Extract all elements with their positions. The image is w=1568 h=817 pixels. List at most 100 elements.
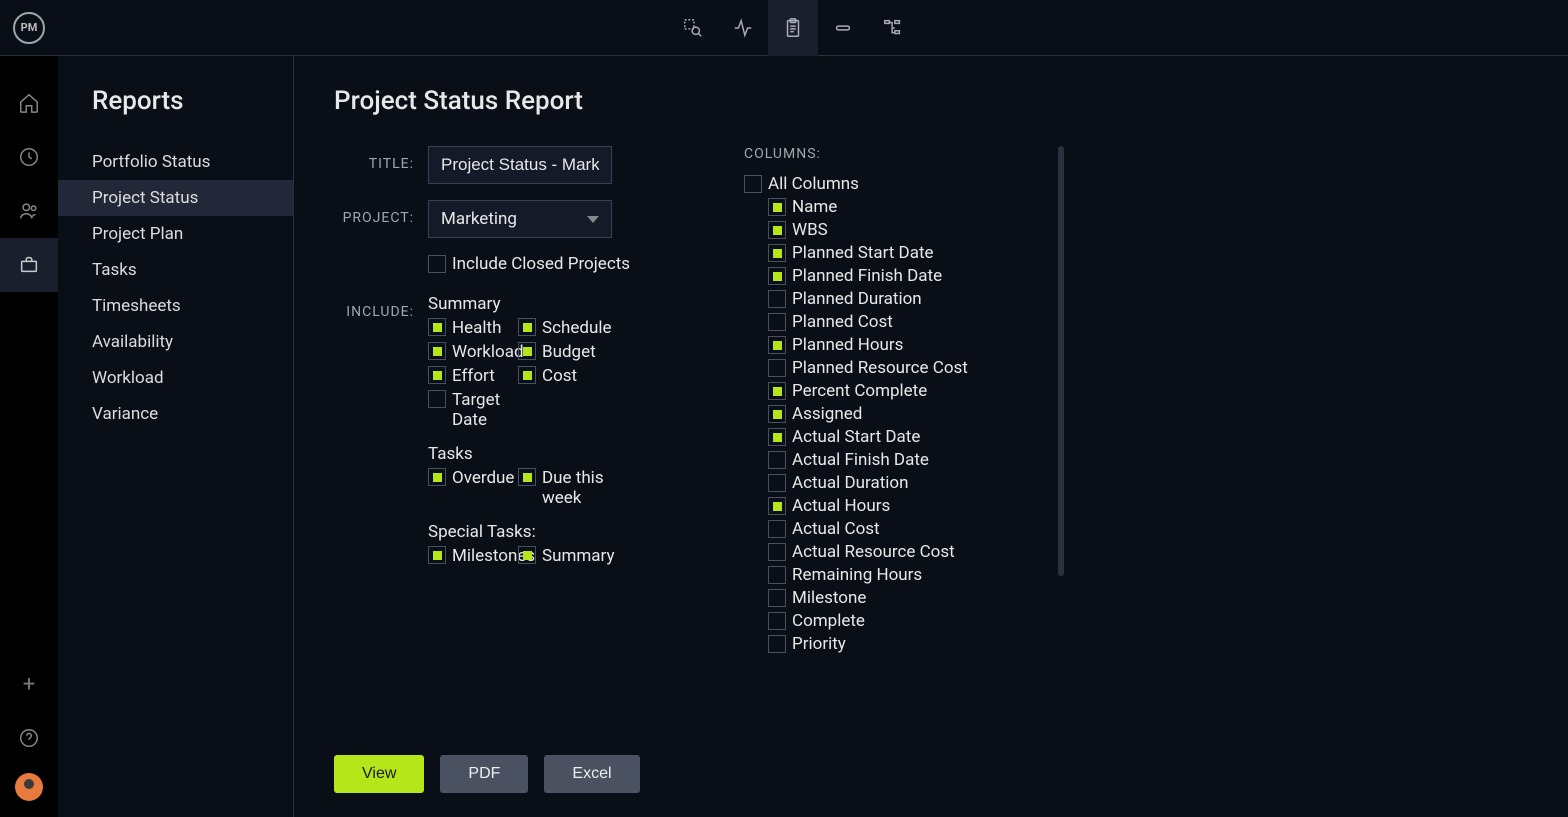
checkbox-icon	[768, 290, 786, 308]
column-actual-finish-date-checkbox[interactable]: Actual Finish Date	[768, 450, 1064, 470]
include-closed-label: Include Closed Projects	[452, 254, 630, 274]
tasks-overdue-checkbox[interactable]: Overdue	[428, 468, 518, 488]
action-buttons: View PDF Excel	[334, 739, 1568, 817]
column-name-checkbox[interactable]: Name	[768, 197, 1064, 217]
checkbox-icon	[428, 546, 446, 564]
briefcase-icon[interactable]	[0, 238, 58, 292]
link-icon[interactable]	[818, 0, 868, 56]
checkbox-icon	[428, 342, 446, 360]
checkbox-label: Cost	[542, 366, 577, 386]
sidebar-item-availability[interactable]: Availability	[58, 324, 293, 360]
checkbox-icon	[428, 318, 446, 336]
view-button[interactable]: View	[334, 755, 424, 793]
column-remaining-hours-checkbox[interactable]: Remaining Hours	[768, 565, 1064, 585]
column-planned-cost-checkbox[interactable]: Planned Cost	[768, 312, 1064, 332]
column-label: Complete	[792, 611, 865, 631]
clock-icon[interactable]	[0, 130, 58, 184]
column-complete-checkbox[interactable]: Complete	[768, 611, 1064, 631]
column-label: Percent Complete	[792, 381, 927, 401]
checkbox-label: Budget	[542, 342, 596, 362]
summary-effort-checkbox[interactable]: Effort	[428, 366, 518, 386]
column-actual-duration-checkbox[interactable]: Actual Duration	[768, 473, 1064, 493]
app-logo[interactable]: PM	[0, 0, 58, 56]
column-label: Planned Hours	[792, 335, 903, 355]
summary-health-checkbox[interactable]: Health	[428, 318, 518, 338]
column-planned-hours-checkbox[interactable]: Planned Hours	[768, 335, 1064, 355]
checkbox-label: Overdue	[452, 468, 514, 488]
column-wbs-checkbox[interactable]: WBS	[768, 220, 1064, 240]
column-actual-start-date-checkbox[interactable]: Actual Start Date	[768, 427, 1064, 447]
column-actual-cost-checkbox[interactable]: Actual Cost	[768, 519, 1064, 539]
excel-button[interactable]: Excel	[544, 755, 639, 793]
column-label: Actual Cost	[792, 519, 880, 539]
project-label: PROJECT:	[334, 200, 428, 226]
sidebar-item-variance[interactable]: Variance	[58, 396, 293, 432]
sidebar-item-timesheets[interactable]: Timesheets	[58, 288, 293, 324]
project-select[interactable]: Marketing	[428, 200, 612, 238]
sidebar-item-tasks[interactable]: Tasks	[58, 252, 293, 288]
column-label: Actual Hours	[792, 496, 890, 516]
checkbox-icon	[768, 244, 786, 262]
summary-cost-checkbox[interactable]: Cost	[518, 366, 608, 386]
sidebar-item-workload[interactable]: Workload	[58, 360, 293, 396]
sidebar-item-portfolio-status[interactable]: Portfolio Status	[58, 144, 293, 180]
column-actual-hours-checkbox[interactable]: Actual Hours	[768, 496, 1064, 516]
add-icon[interactable]: +	[0, 657, 58, 711]
special-milestones-checkbox[interactable]: Milestones	[428, 546, 518, 566]
checkbox-icon	[518, 546, 536, 564]
column-label: Remaining Hours	[792, 565, 922, 585]
special-heading: Special Tasks:	[428, 522, 744, 542]
sidebar-item-project-plan[interactable]: Project Plan	[58, 216, 293, 252]
summary-schedule-checkbox[interactable]: Schedule	[518, 318, 608, 338]
special-summary-checkbox[interactable]: Summary	[518, 546, 608, 566]
tasks-due-this-week-checkbox[interactable]: Due this week	[518, 468, 608, 508]
checkbox-icon	[768, 405, 786, 423]
column-planned-resource-cost-checkbox[interactable]: Planned Resource Cost	[768, 358, 1064, 378]
columns-label: COLUMNS:	[744, 146, 1064, 162]
sidebar-item-project-status[interactable]: Project Status	[58, 180, 293, 216]
checkbox-icon	[768, 451, 786, 469]
column-planned-finish-date-checkbox[interactable]: Planned Finish Date	[768, 266, 1064, 286]
avatar[interactable]	[15, 773, 43, 801]
column-assigned-checkbox[interactable]: Assigned	[768, 404, 1064, 424]
clipboard-icon[interactable]	[768, 0, 818, 56]
column-planned-start-date-checkbox[interactable]: Planned Start Date	[768, 243, 1064, 263]
include-closed-checkbox[interactable]: Include Closed Projects	[428, 254, 630, 274]
activity-icon[interactable]	[718, 0, 768, 56]
checkbox-label: Target Date	[452, 390, 518, 430]
column-priority-checkbox[interactable]: Priority	[768, 634, 1064, 654]
logo-text: PM	[13, 12, 45, 44]
column-label: Planned Duration	[792, 289, 922, 309]
team-icon[interactable]	[0, 184, 58, 238]
pdf-button[interactable]: PDF	[440, 755, 528, 793]
checkbox-label: Due this week	[542, 468, 608, 508]
help-icon[interactable]	[0, 711, 58, 765]
checkbox-icon	[518, 468, 536, 486]
checkbox-icon	[518, 318, 536, 336]
reports-sidebar: Reports Portfolio StatusProject StatusPr…	[58, 56, 294, 817]
checkbox-label: Summary	[542, 546, 614, 566]
checkbox-icon	[768, 221, 786, 239]
column-planned-duration-checkbox[interactable]: Planned Duration	[768, 289, 1064, 309]
summary-target-date-checkbox[interactable]: Target Date	[428, 390, 518, 430]
flow-icon[interactable]	[868, 0, 918, 56]
home-icon[interactable]	[0, 76, 58, 130]
sidebar-title: Reports	[58, 86, 293, 144]
scrollbar[interactable]	[1058, 146, 1064, 576]
report-form: TITLE: PROJECT: Marketing	[334, 146, 744, 739]
checkbox-icon	[768, 520, 786, 538]
summary-heading: Summary	[428, 294, 744, 314]
checkbox-icon	[428, 468, 446, 486]
title-input[interactable]	[428, 146, 612, 184]
column-label: Milestone	[792, 588, 866, 608]
summary-workload-checkbox[interactable]: Workload	[428, 342, 518, 362]
column-milestone-checkbox[interactable]: Milestone	[768, 588, 1064, 608]
include-label: INCLUDE:	[334, 294, 428, 320]
checkbox-icon	[768, 612, 786, 630]
summary-budget-checkbox[interactable]: Budget	[518, 342, 608, 362]
column-percent-complete-checkbox[interactable]: Percent Complete	[768, 381, 1064, 401]
zoom-icon[interactable]	[668, 0, 718, 56]
checkbox-label: Effort	[452, 366, 495, 386]
column-all-columns-checkbox[interactable]: All Columns	[744, 174, 1064, 194]
column-actual-resource-cost-checkbox[interactable]: Actual Resource Cost	[768, 542, 1064, 562]
